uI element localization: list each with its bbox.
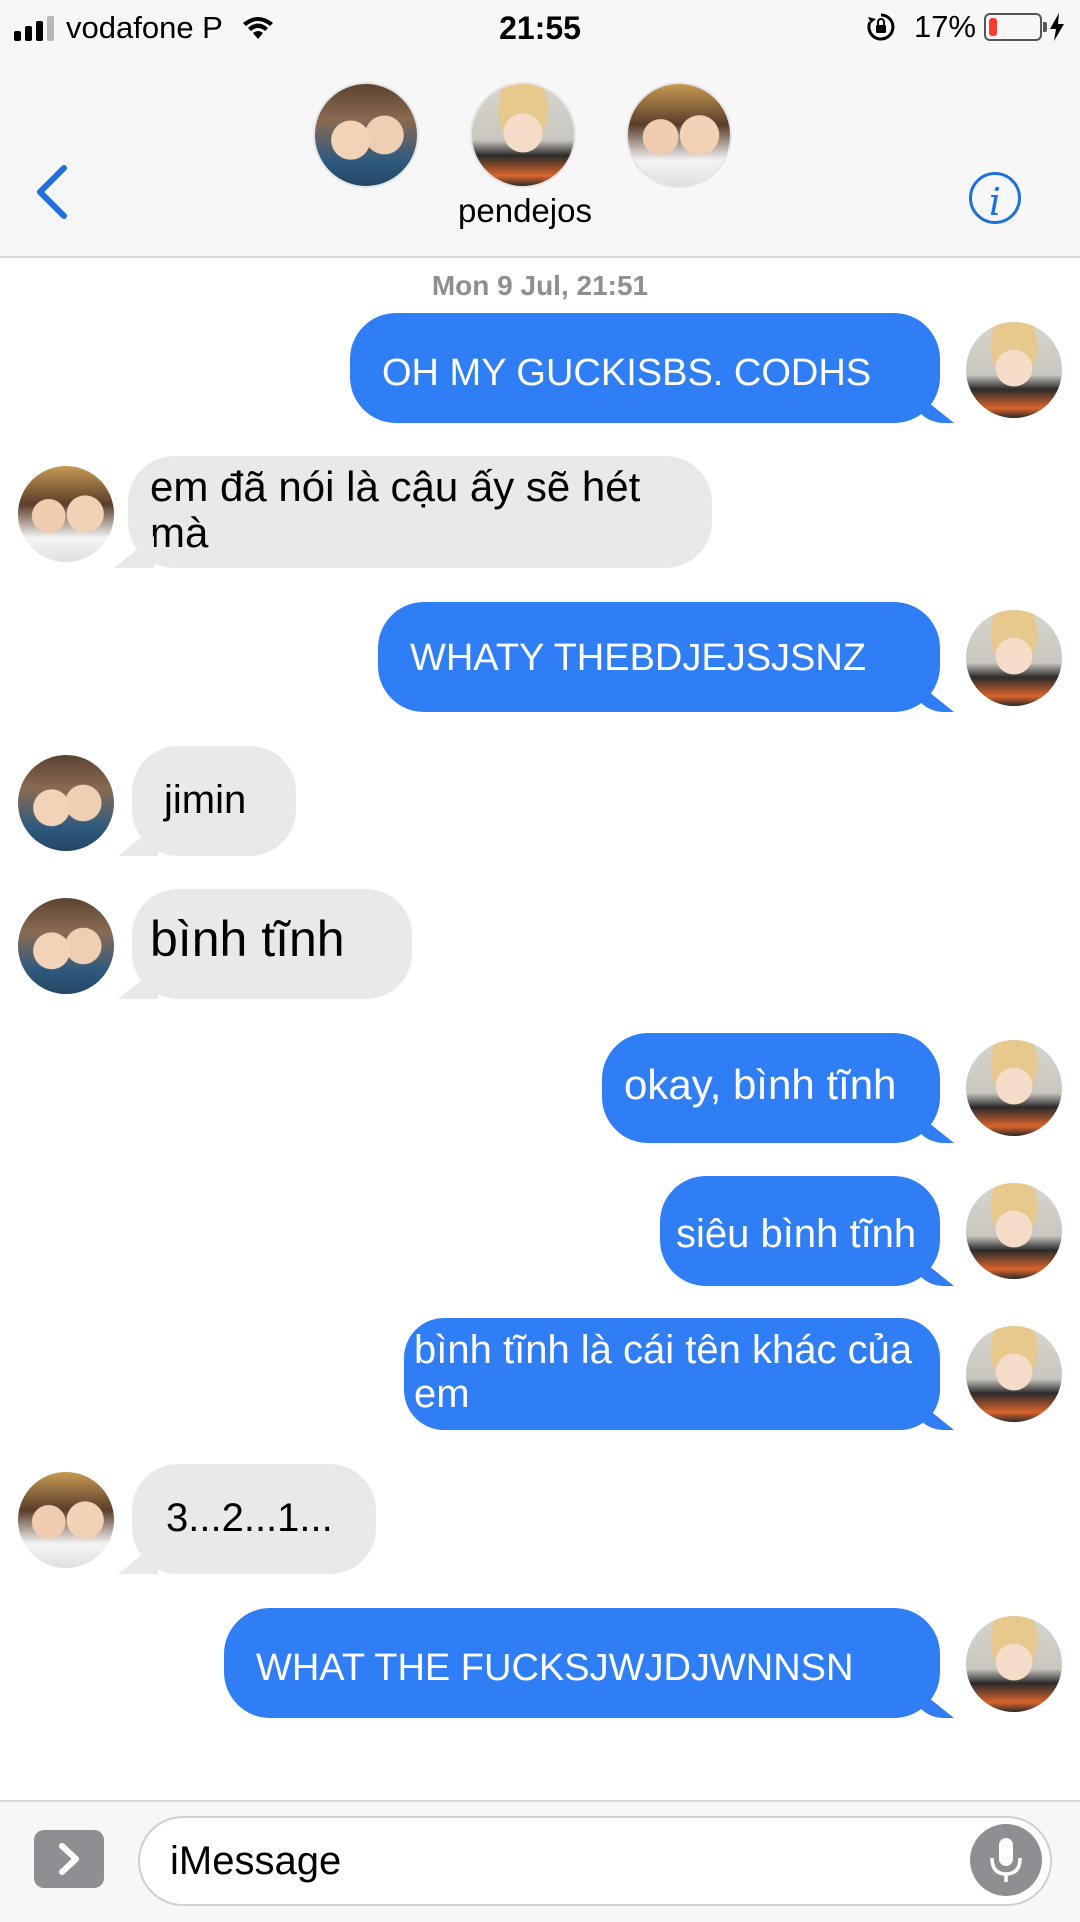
sender-avatar[interactable] [18,898,114,994]
message-input[interactable]: iMessage [138,1816,1052,1906]
sender-avatar[interactable] [18,466,114,562]
message-text: WHAT THE FUCKSJWJDJWNNSN [256,1647,854,1689]
microphone-icon [990,1838,1022,1882]
conversation-header: pendejos i [0,54,1080,258]
sender-avatar[interactable] [966,1326,1062,1422]
outgoing-message[interactable]: okay, bình tĩnh [602,1033,940,1143]
outgoing-message[interactable]: OH MY GUCKISBS. CODHS [350,313,940,423]
message-text: bình tĩnh là cái tên khác của em [414,1328,913,1416]
dictation-button[interactable] [970,1824,1042,1896]
info-icon[interactable]: i [969,172,1021,224]
message-timestamp: Mon 9 Jul, 21:51 [431,270,649,301]
message-text: jimin [164,778,247,822]
message-text: bình tĩnh [150,911,345,967]
incoming-message[interactable]: 3...2...1... [132,1464,376,1574]
message-text: 3...2...1... [166,1496,333,1540]
incoming-message[interactable]: jimin [132,746,296,856]
incoming-message[interactable]: em đã nói là cậu ấy sẽ hét mà [128,456,712,568]
charging-bolt-icon [1050,13,1064,41]
member-avatar[interactable] [313,82,419,188]
status-bar: vodafone P 21:55 17% [0,0,1080,54]
outgoing-message[interactable]: WHATY THEBDJEJSJSNZ [378,602,940,712]
sender-avatar[interactable] [966,1616,1062,1712]
sender-avatar[interactable] [966,1183,1062,1279]
sender-avatar[interactable] [966,322,1062,418]
app-drawer-button[interactable] [34,1830,104,1888]
message-text: OH MY GUCKISBS. CODHS [382,352,872,394]
message-text: WHATY THEBDJEJSJSNZ [410,637,867,679]
outgoing-message[interactable]: siêu bình tĩnh [660,1176,940,1286]
outgoing-message[interactable]: WHAT THE FUCKSJWJDJWNNSN [224,1608,940,1718]
battery-percentage: 17% [913,9,976,44]
member-avatar[interactable] [470,82,576,188]
message-text: em đã nói là cậu ấy sẽ hét mà [150,463,641,556]
member-avatar[interactable] [626,82,732,188]
group-name[interactable]: pendejos [0,192,1080,230]
group-avatars[interactable] [0,82,1080,192]
incoming-message[interactable]: bình tĩnh [132,889,412,999]
chevron-right-icon [59,1843,79,1875]
status-right: 17% [866,9,1066,45]
sender-avatar[interactable] [966,610,1062,706]
compose-bar: iMessage [0,1800,1080,1922]
message-input-placeholder: iMessage [170,1839,342,1883]
sender-avatar[interactable] [18,755,114,851]
sender-avatar[interactable] [18,1472,114,1568]
sender-avatar[interactable] [966,1040,1062,1136]
rotation-lock-icon [867,13,895,41]
battery-level-fill [989,18,997,36]
outgoing-message[interactable]: bình tĩnh là cái tên khác của em [404,1318,940,1430]
battery-icon [984,13,1047,41]
message-text: siêu bình tĩnh [676,1212,917,1256]
message-text: okay, bình tĩnh [624,1061,897,1108]
